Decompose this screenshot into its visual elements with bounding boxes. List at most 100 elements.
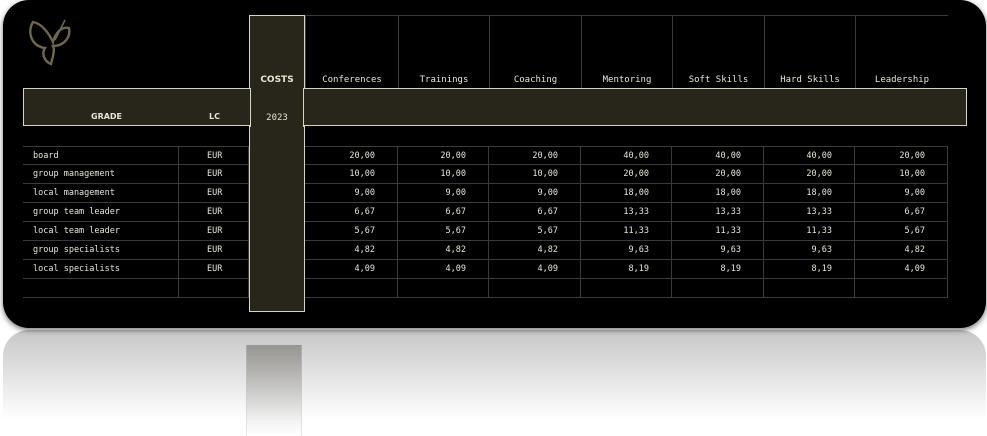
table-row: local specialists EUR 4,09 4,09 4,09 8,19 8,19…	[23, 260, 948, 279]
grade-cell: board	[23, 147, 179, 166]
value-cell: 40,00	[672, 147, 764, 166]
value-cell: 9,63	[672, 241, 764, 260]
column-header-soft-skills: Soft Skills	[672, 15, 764, 88]
value-cell: 4,82	[305, 241, 398, 260]
value-cell: 4,82	[489, 241, 581, 260]
table-row: group management EUR 10,00 10,00 10,00 20,00 2…	[23, 165, 948, 184]
value-cell: 20,00	[398, 147, 489, 166]
lc-header: LC	[209, 112, 220, 121]
value-cell	[489, 279, 581, 298]
value-cell: 20,00	[855, 147, 948, 166]
value-cell: 20,00	[764, 165, 855, 184]
value-cell: 11,33	[581, 222, 672, 241]
value-cell: 18,00	[764, 184, 855, 203]
value-cell: 4,09	[489, 260, 581, 279]
value-cell: 40,00	[764, 147, 855, 166]
value-cell: 9,00	[489, 184, 581, 203]
column-header-leadership: Leadership	[855, 15, 948, 88]
value-cell: 9,00	[398, 184, 489, 203]
value-cell: 9,63	[581, 241, 672, 260]
currency-cell: EUR	[179, 241, 249, 260]
column-header-label: Coaching	[513, 75, 558, 85]
header-band	[23, 88, 967, 126]
column-header-hard-skills: Hard Skills	[764, 15, 855, 88]
value-cell: 4,82	[398, 241, 489, 260]
value-cell: 18,00	[581, 184, 672, 203]
reflection-column	[246, 344, 302, 436]
value-cell	[764, 279, 855, 298]
value-cell: 6,67	[398, 203, 489, 222]
grade-cell: group management	[23, 165, 179, 184]
currency-cell: EUR	[179, 147, 249, 166]
value-cell: 18,00	[672, 184, 764, 203]
value-cell: 6,67	[855, 203, 948, 222]
value-cell	[672, 279, 764, 298]
grade-cell: local team leader	[23, 222, 179, 241]
year-label: 2023	[266, 113, 288, 123]
value-cell: 5,67	[305, 222, 398, 241]
value-cell: 8,19	[672, 260, 764, 279]
value-cell	[305, 279, 398, 298]
value-cell: 20,00	[305, 147, 398, 166]
grade-header: GRADE	[91, 112, 123, 121]
value-cell	[855, 279, 948, 298]
value-cell: 4,09	[305, 260, 398, 279]
column-header-conferences: Conferences	[305, 15, 398, 88]
reflection	[3, 330, 986, 436]
value-cell: 9,00	[305, 184, 398, 203]
column-header-label: Mentoring	[602, 75, 652, 85]
value-cell: 9,00	[855, 184, 948, 203]
currency-cell: EUR	[179, 184, 249, 203]
value-cell: 6,67	[305, 203, 398, 222]
value-cell: 4,82	[855, 241, 948, 260]
column-header-label: Soft Skills	[688, 75, 749, 85]
table-row: group team leader EUR 6,67 6,67 6,67 13,33 13,…	[23, 203, 948, 222]
value-cell: 11,33	[764, 222, 855, 241]
value-cell: 13,33	[764, 203, 855, 222]
value-cell: 8,19	[581, 260, 672, 279]
value-cell: 9,63	[764, 241, 855, 260]
value-cell: 6,67	[489, 203, 581, 222]
table-row: local team leader EUR 5,67 5,67 5,67 11,33 11,…	[23, 222, 948, 241]
grade-cell	[23, 279, 179, 298]
column-header-label: Trainings	[419, 75, 469, 85]
grade-cell: group team leader	[23, 203, 179, 222]
value-cell: 5,67	[398, 222, 489, 241]
value-cell: 8,19	[764, 260, 855, 279]
value-cell: 4,09	[398, 260, 489, 279]
value-cell: 11,33	[672, 222, 764, 241]
value-cell: 10,00	[305, 165, 398, 184]
grade-cell: local specialists	[23, 260, 179, 279]
currency-cell: EUR	[179, 165, 249, 184]
value-cell	[398, 279, 489, 298]
value-cell: 5,67	[489, 222, 581, 241]
value-cell	[581, 279, 672, 298]
value-cell: 20,00	[581, 165, 672, 184]
column-header-label: Conferences	[322, 75, 382, 85]
value-cell: 40,00	[581, 147, 672, 166]
column-header-coaching: Coaching	[489, 15, 581, 88]
table-row	[23, 279, 948, 298]
grade-cell: local management	[23, 184, 179, 203]
column-header-mentoring: Mentoring	[581, 15, 672, 88]
value-cell: 20,00	[489, 147, 581, 166]
currency-cell: EUR	[179, 222, 249, 241]
table-row: local management EUR 9,00 9,00 9,00 18,00 18,0…	[23, 184, 948, 203]
currency-cell	[179, 279, 249, 298]
column-header-label: Leadership	[874, 75, 930, 85]
value-cell: 10,00	[489, 165, 581, 184]
column-header-label: Hard Skills	[780, 75, 840, 85]
currency-cell: EUR	[179, 203, 249, 222]
value-cell: 10,00	[398, 165, 489, 184]
cost-table-card: Conferences Trainings Coaching Mentoring Sof…	[3, 0, 986, 328]
grade-cell: group specialists	[23, 241, 179, 260]
value-cell: 10,00	[855, 165, 948, 184]
table-row: group specialists EUR 4,82 4,82 4,82 9,63 9,63…	[23, 241, 948, 260]
value-cell: 4,09	[855, 260, 948, 279]
costs-column	[249, 15, 305, 312]
table-row: board EUR 20,00 20,00 20,00 40,00 40,00 40,00 20…	[23, 146, 948, 166]
column-header-trainings: Trainings	[398, 15, 489, 88]
value-cell: 13,33	[581, 203, 672, 222]
currency-cell: EUR	[179, 260, 249, 279]
value-cell: 13,33	[672, 203, 764, 222]
